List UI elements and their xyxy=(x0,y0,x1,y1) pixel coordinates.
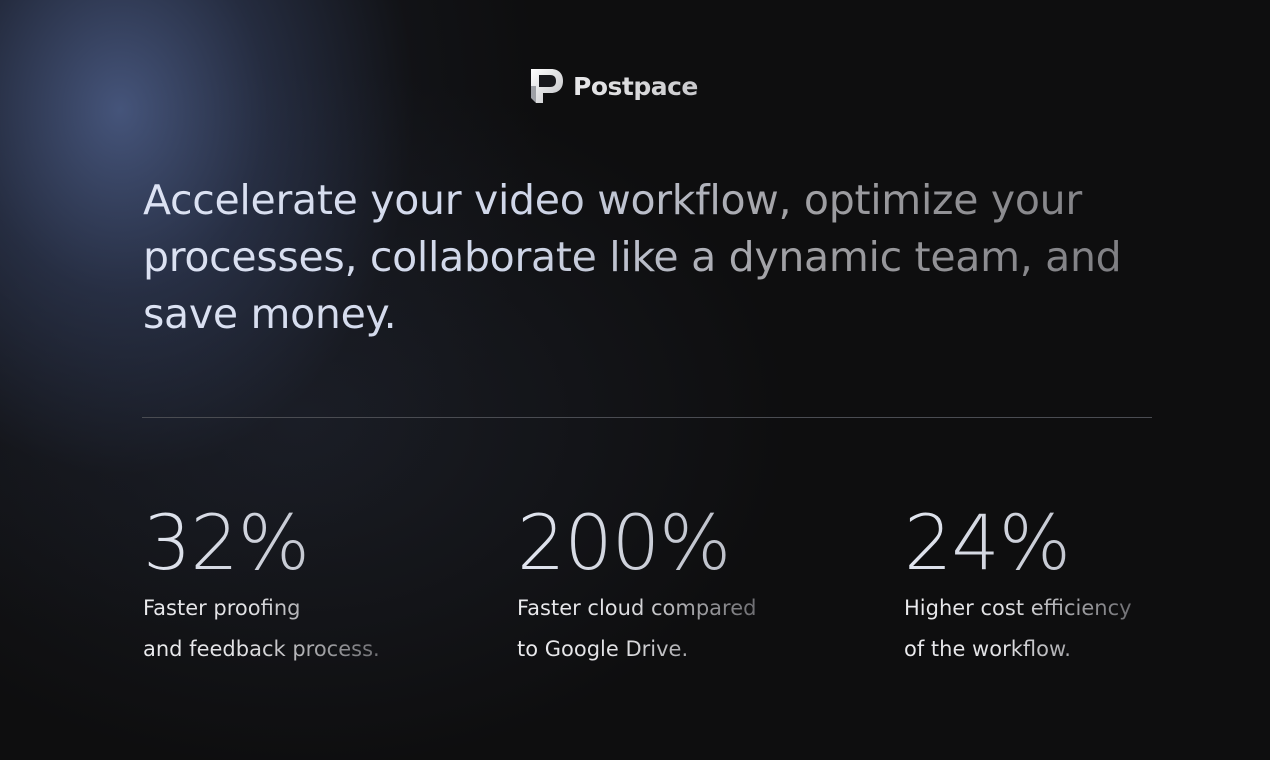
stat-description-line: and feedback process. xyxy=(143,637,380,661)
postpace-logo-icon xyxy=(531,69,563,103)
divider xyxy=(142,417,1152,418)
brand-name: Postpace xyxy=(573,71,698,101)
brand-logo[interactable]: Postpace xyxy=(527,66,698,106)
stat-value: 32% xyxy=(143,498,380,588)
stat-value: 24% xyxy=(904,498,1132,588)
stat-description: Faster cloud compared to Google Drive. xyxy=(517,588,756,670)
stat-description-line: Faster cloud compared xyxy=(517,596,757,620)
stat-description: Higher cost efficiency of the workflow. xyxy=(904,588,1132,670)
stat-description: Faster proofing and feedback process. xyxy=(143,588,380,670)
stat-description-line: of the workflow. xyxy=(904,637,1071,661)
stat-card: 24% Higher cost efficiency of the workfl… xyxy=(904,498,1132,670)
stat-description-line: to Google Drive. xyxy=(517,637,689,661)
stat-description-line: Faster proofing xyxy=(143,596,301,620)
stat-value: 200% xyxy=(517,498,756,588)
stat-card: 32% Faster proofing and feedback process… xyxy=(143,498,380,670)
headline: Accelerate your video workflow, optimize… xyxy=(143,172,1153,343)
stat-description-line: Higher cost efficiency xyxy=(904,596,1132,620)
stat-card: 200% Faster cloud compared to Google Dri… xyxy=(517,498,756,670)
page: Postpace Accelerate your video workflow,… xyxy=(0,0,1270,760)
